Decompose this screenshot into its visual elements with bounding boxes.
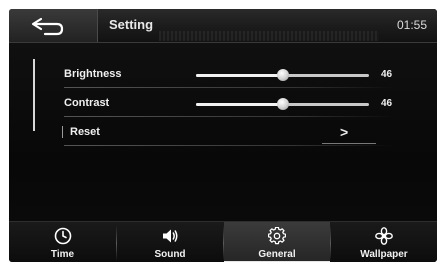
brightness-value: 46 bbox=[381, 69, 393, 80]
brightness-slider-fill bbox=[196, 74, 283, 77]
tab-time-label: Time bbox=[50, 249, 75, 260]
brightness-row: Brightness 46 bbox=[64, 62, 394, 88]
contrast-row: Contrast 46 bbox=[64, 91, 394, 117]
page-title: Setting bbox=[109, 17, 154, 32]
clock-display: 01:55 bbox=[396, 18, 427, 32]
clock-icon bbox=[54, 227, 71, 245]
chevron-right-icon[interactable]: > bbox=[340, 124, 348, 140]
contrast-slider[interactable] bbox=[196, 98, 369, 110]
row-divider bbox=[64, 145, 394, 146]
contrast-slider-thumb[interactable] bbox=[276, 98, 289, 110]
reset-marker bbox=[62, 126, 63, 138]
tab-sound-label: Sound bbox=[154, 249, 186, 260]
tab-sound[interactable]: Sound bbox=[117, 222, 223, 262]
reset-row[interactable]: Reset > bbox=[62, 120, 394, 146]
tab-general-label: General bbox=[258, 249, 296, 260]
tab-general[interactable]: General bbox=[224, 222, 330, 262]
header-decoration bbox=[159, 31, 379, 41]
contrast-slider-fill bbox=[196, 103, 283, 106]
tab-time[interactable]: Time bbox=[9, 222, 116, 262]
contrast-label: Contrast bbox=[64, 97, 110, 109]
reset-button-underline bbox=[322, 143, 376, 144]
header-bar: Setting 01:55 bbox=[9, 9, 437, 43]
back-arrow-icon bbox=[31, 17, 64, 36]
brightness-slider[interactable] bbox=[196, 69, 369, 81]
brightness-label: Brightness bbox=[64, 68, 122, 80]
brightness-slider-thumb[interactable] bbox=[276, 69, 289, 81]
row-divider bbox=[64, 116, 394, 117]
row-divider bbox=[64, 87, 394, 88]
bottom-tab-bar: Time Sound General Wallpaper bbox=[9, 221, 437, 262]
speaker-icon bbox=[163, 229, 178, 243]
settings-screen: Setting 01:55 Brightness 46 Contrast 46 … bbox=[9, 9, 437, 262]
tab-wallpaper[interactable]: Wallpaper bbox=[331, 222, 437, 262]
flower-icon bbox=[375, 227, 393, 245]
contrast-value: 46 bbox=[381, 98, 393, 109]
tab-wallpaper-label: Wallpaper bbox=[360, 249, 408, 260]
reset-label: Reset bbox=[70, 126, 100, 138]
back-button[interactable] bbox=[9, 9, 98, 42]
scroll-indicator[interactable] bbox=[33, 59, 35, 131]
gear-icon bbox=[268, 227, 286, 245]
